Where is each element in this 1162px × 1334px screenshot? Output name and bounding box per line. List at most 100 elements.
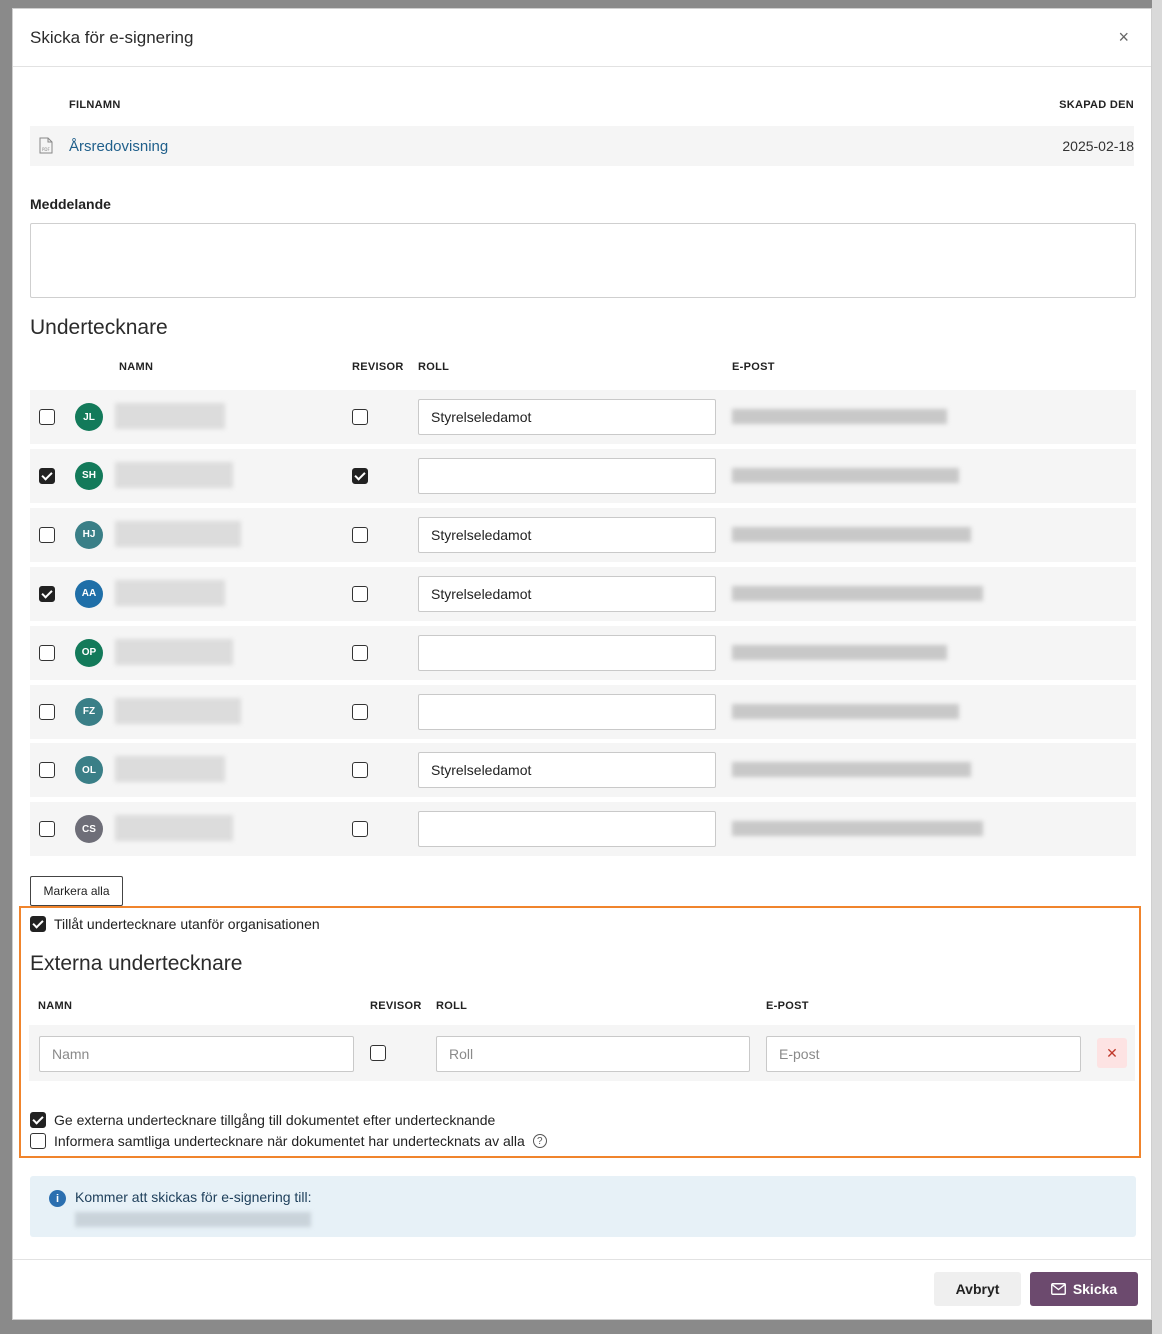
dialog-footer: Avbryt Skicka — [13, 1259, 1151, 1319]
avatar: AA — [75, 579, 103, 608]
dialog-body: FILNAMN SKAPAD DEN PDF Årsredovisning 20… — [30, 68, 1136, 906]
column-header-name: NAMN — [119, 361, 154, 373]
recipients-info-text: Kommer att skickas för e-signering till: — [75, 1189, 312, 1205]
signer-row: FZ — [30, 684, 1136, 739]
redacted-signer-name — [115, 461, 233, 488]
avatar: OL — [75, 756, 103, 785]
signer-select-checkbox[interactable] — [39, 526, 55, 543]
redacted-signer-email — [732, 644, 947, 660]
signer-auditor-checkbox[interactable] — [352, 526, 368, 543]
signer-auditor-checkbox[interactable] — [352, 409, 368, 425]
svg-text:PDF: PDF — [42, 147, 50, 152]
signer-role-input[interactable]: Styrelseledamot — [418, 399, 716, 435]
allow-external-label: Tillåt undertecknare utanför organisatio… — [54, 916, 320, 932]
signer-select-checkbox[interactable] — [39, 821, 55, 838]
redacted-signer-name — [115, 403, 225, 429]
signer-auditor-checkbox[interactable] — [352, 762, 368, 779]
external-signers-section: Tillåt undertecknare utanför organisatio… — [19, 906, 1141, 1158]
signer-role-input[interactable]: Styrelseledamot — [418, 752, 716, 789]
signer-auditor-checkbox[interactable] — [352, 821, 368, 838]
signer-row: OP — [30, 625, 1136, 680]
ext-column-header-name: NAMN — [38, 1000, 73, 1012]
redacted-signer-email — [732, 703, 959, 719]
pdf-file-icon: PDF — [39, 137, 53, 154]
question-circle-icon[interactable]: ? — [532, 1134, 547, 1148]
redacted-signer-name — [115, 520, 241, 547]
signers-table-header: NAMN REVISOR ROLL E-POST — [30, 361, 1136, 377]
remove-external-signer-button[interactable]: ✕ — [1097, 1038, 1127, 1068]
redacted-signer-email — [732, 409, 947, 424]
signer-auditor-checkbox[interactable] — [352, 644, 368, 661]
external-auditor-checkbox[interactable] — [370, 1045, 386, 1061]
redacted-signer-email — [732, 762, 971, 778]
external-access-option[interactable]: Ge externa undertecknare tillgång till d… — [30, 1112, 495, 1128]
message-textarea[interactable] — [30, 223, 1136, 298]
redacted-signer-name — [115, 815, 233, 842]
file-table-header: FILNAMN SKAPAD DEN — [30, 68, 1134, 126]
signer-role-input[interactable] — [418, 457, 716, 494]
send-button-label: Skicka — [1072, 1281, 1118, 1297]
signer-auditor-checkbox[interactable] — [352, 467, 368, 484]
allow-external-checkbox[interactable] — [30, 916, 46, 932]
close-icon[interactable]: × — [1118, 27, 1129, 48]
signer-auditor-checkbox[interactable] — [352, 585, 368, 602]
avatar: FZ — [75, 697, 103, 726]
envelope-icon — [1050, 1283, 1066, 1295]
file-row: PDF Årsredovisning 2025-02-18 — [30, 126, 1134, 166]
info-icon: i — [49, 1190, 66, 1207]
ext-column-header-auditor: REVISOR — [370, 1000, 422, 1012]
avatar: OP — [75, 638, 103, 667]
dialog-header: Skicka för e-signering × — [13, 9, 1151, 67]
inform-all-checkbox[interactable] — [30, 1133, 46, 1149]
external-signer-row: Namn Roll E-post ✕ — [29, 1025, 1135, 1081]
dialog-title: Skicka för e-signering — [30, 27, 194, 47]
signer-select-checkbox[interactable] — [39, 703, 55, 720]
avatar: HJ — [75, 520, 103, 549]
e-sign-dialog: Skicka för e-signering × FILNAMN SKAPAD … — [12, 8, 1152, 1320]
column-header-created: SKAPAD DEN — [1059, 99, 1134, 111]
signer-select-checkbox[interactable] — [39, 644, 55, 661]
send-button[interactable]: Skicka — [1030, 1272, 1138, 1306]
column-header-filename: FILNAMN — [69, 99, 121, 111]
signer-row: HJ Styrelseledamot — [30, 507, 1136, 562]
signer-row: AA Styrelseledamot — [30, 566, 1136, 621]
signer-auditor-checkbox[interactable] — [352, 703, 368, 720]
signers-title: Undertecknare — [30, 316, 168, 339]
avatar: SH — [75, 461, 103, 490]
signer-role-input[interactable] — [418, 634, 716, 671]
inform-all-option[interactable]: Informera samtliga undertecknare när dok… — [30, 1133, 547, 1149]
redacted-signer-name — [115, 579, 225, 606]
external-signers-title: Externa undertecknare — [30, 952, 243, 975]
avatar: JL — [75, 403, 103, 431]
redacted-signer-email — [732, 821, 983, 837]
signer-select-checkbox[interactable] — [39, 585, 55, 602]
message-label: Meddelande — [30, 196, 111, 212]
select-all-button[interactable]: Markera alla — [30, 876, 123, 906]
ext-column-header-email: E-POST — [766, 1000, 809, 1012]
redacted-signer-email — [732, 467, 959, 483]
signer-role-input[interactable] — [418, 811, 716, 848]
column-header-auditor: REVISOR — [352, 361, 404, 373]
signer-row: JL Styrelseledamot — [30, 390, 1136, 444]
external-role-input[interactable]: Roll — [436, 1036, 750, 1072]
allow-external-option[interactable]: Tillåt undertecknare utanför organisatio… — [30, 916, 320, 932]
external-name-input[interactable]: Namn — [39, 1036, 354, 1072]
file-name-link[interactable]: Årsredovisning — [69, 138, 168, 155]
signer-select-checkbox[interactable] — [39, 409, 55, 425]
signer-row: OL Styrelseledamot — [30, 743, 1136, 798]
redacted-signer-email — [732, 585, 983, 601]
signer-role-input[interactable] — [418, 693, 716, 730]
redacted-recipients — [75, 1212, 311, 1227]
external-access-checkbox[interactable] — [30, 1112, 46, 1128]
signer-role-input[interactable]: Styrelseledamot — [418, 516, 716, 553]
recipients-info-box: i Kommer att skickas för e-signering til… — [30, 1176, 1136, 1237]
cancel-button[interactable]: Avbryt — [934, 1272, 1021, 1306]
column-header-email: E-POST — [732, 361, 775, 373]
signer-row: CS — [30, 802, 1136, 857]
signer-role-input[interactable]: Styrelseledamot — [418, 575, 716, 612]
signer-select-checkbox[interactable] — [39, 762, 55, 779]
signer-select-checkbox[interactable] — [39, 467, 55, 484]
external-email-input[interactable]: E-post — [766, 1036, 1081, 1072]
signer-row: SH — [30, 448, 1136, 503]
redacted-signer-name — [115, 697, 241, 724]
